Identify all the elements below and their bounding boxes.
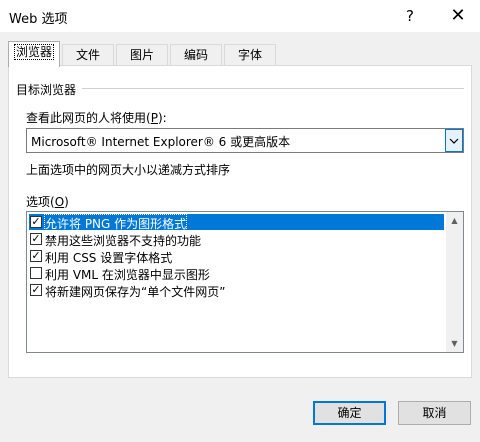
option-single-file[interactable]: ✓ 将新建网页保存为“单个文件网页” <box>29 282 444 299</box>
title-bar: Web 选项 ? ✕ <box>0 0 480 32</box>
scroll-down-icon[interactable]: ▼ <box>446 335 463 352</box>
option-css-fonts[interactable]: ✓ 利用 CSS 设置字体格式 <box>29 248 444 265</box>
tab-fonts[interactable]: 字体 <box>224 44 276 65</box>
checkbox[interactable]: ✓ <box>30 284 42 296</box>
options-label: 选项(O) <box>26 195 69 209</box>
browser-select[interactable]: Microsoft® Internet Explorer® 6 或更高版本 <box>26 128 464 153</box>
tab-files[interactable]: 文件 <box>62 44 114 65</box>
help-button[interactable]: ? <box>388 0 432 32</box>
option-disable-unsupported[interactable]: ✓ 禁用这些浏览器不支持的功能 <box>29 231 444 248</box>
checkbox[interactable]: ✓ <box>30 250 42 262</box>
checkbox[interactable]: ✓ <box>30 233 42 245</box>
tab-pictures[interactable]: 图片 <box>116 44 168 65</box>
option-allow-png[interactable]: ✓ 允许将 PNG 作为图形格式 <box>29 214 444 233</box>
browser-select-value: Microsoft® Internet Explorer® 6 或更高版本 <box>31 135 291 149</box>
checkbox[interactable] <box>30 267 42 279</box>
vertical-scrollbar[interactable]: ▲ ▼ <box>446 212 463 352</box>
chevron-down-icon[interactable] <box>445 129 463 152</box>
section-divider <box>82 88 464 89</box>
size-order-note: 上面选项中的网页大小以递减方式排序 <box>26 163 231 177</box>
window-title: Web 选项 <box>9 12 68 27</box>
tab-browser[interactable]: 浏览器 <box>8 41 60 67</box>
tab-encoding[interactable]: 编码 <box>170 44 222 65</box>
ok-button[interactable]: 确定 <box>313 401 386 425</box>
options-list[interactable]: ✓ 允许将 PNG 作为图形格式 ✓ 禁用这些浏览器不支持的功能 ✓ 利用 CS… <box>26 211 464 353</box>
section-title: 目标浏览器 <box>16 83 77 97</box>
option-vml-graphics[interactable]: 利用 VML 在浏览器中显示图形 <box>29 265 444 282</box>
scroll-up-icon[interactable]: ▲ <box>446 212 463 229</box>
cancel-button[interactable]: 取消 <box>398 401 471 425</box>
close-button[interactable]: ✕ <box>436 0 480 32</box>
checkbox[interactable]: ✓ <box>30 216 42 228</box>
viewer-prompt-label: 查看此网页的人将使用(P): <box>26 111 167 125</box>
